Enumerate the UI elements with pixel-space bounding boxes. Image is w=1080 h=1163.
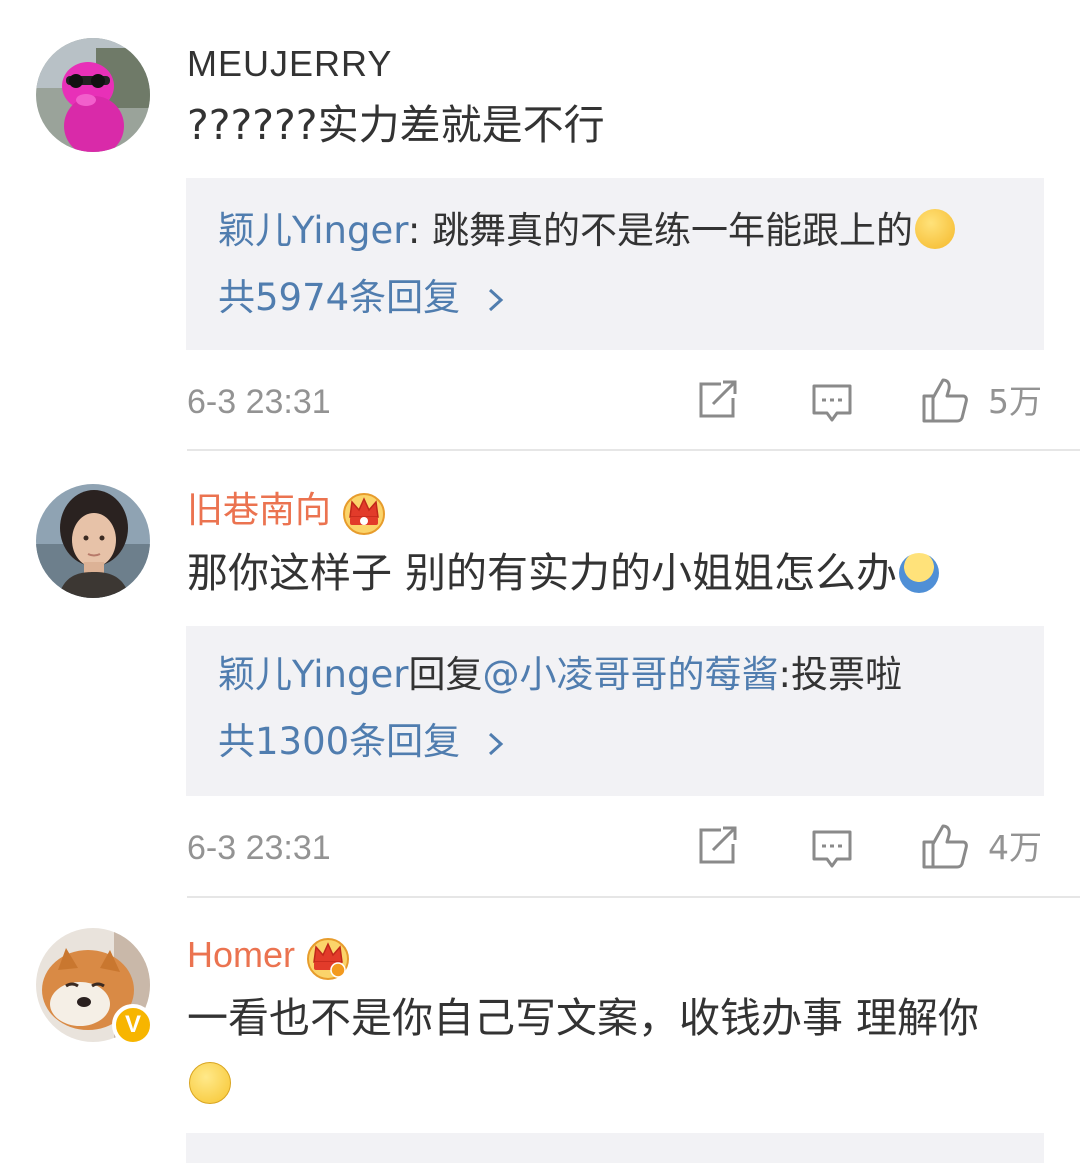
comment-text: ??????实力差就是不行	[187, 101, 605, 149]
reply-word: 回复	[408, 653, 483, 696]
comment-text-content: 一看也不是你自己写文案，收钱办事 理解你	[187, 994, 980, 1042]
username-text: 旧巷南向	[187, 489, 332, 530]
username[interactable]: 旧巷南向	[187, 488, 387, 536]
verified-badge-icon: V	[112, 1004, 154, 1046]
comment-text-content: 那你这样子 别的有实力的小姐姐怎么办	[187, 549, 898, 597]
like-thumb-icon[interactable]	[921, 376, 969, 424]
reply-text: 投票啦	[790, 653, 902, 696]
reply-count: 共1300条回复	[218, 720, 461, 763]
comment-item: V Homer 一看也不是你自己写文案，收钱办事 理解你	[0, 899, 1080, 1163]
divider	[187, 896, 1080, 898]
comment-item: 旧巷南向 那你这样子 别的有实力的小姐姐怎么办 颖儿Yinger回复@小凌哥哥的…	[0, 452, 1080, 899]
reply-preview[interactable]: 颖儿Yinger回复@小凌哥哥的莓酱:投票啦 共1300条回复	[186, 626, 1044, 796]
divider	[187, 449, 1080, 451]
reply-separator: :	[778, 653, 791, 696]
reply-text: 跳舞真的不是练一年能跟上的	[432, 209, 914, 252]
view-replies-link[interactable]: 共1300条回复	[218, 719, 508, 765]
avatar[interactable]: V	[36, 928, 154, 1046]
reply-preview-line: 颖儿Yinger: 跳舞真的不是练一年能跟上的	[218, 208, 956, 254]
crown-badge-icon	[343, 493, 386, 536]
reply-preview-line: 颖儿Yinger回复@小凌哥哥的莓酱:投票啦	[218, 652, 902, 698]
like-count[interactable]: 4万	[988, 828, 1042, 868]
reply-author-link[interactable]: 颖儿Yinger	[218, 653, 408, 696]
reply-separator: :	[407, 209, 433, 252]
timestamp: 6-3 23:31	[187, 383, 331, 421]
comment-icon[interactable]	[811, 382, 853, 424]
avatar[interactable]	[36, 484, 150, 598]
like-count[interactable]: 5万	[988, 382, 1042, 422]
comment-item: MEUJERRY ??????实力差就是不行 颖儿Yinger: 跳舞真的不是练…	[0, 0, 1080, 452]
username-text: Homer	[187, 934, 296, 975]
comment-text: 那你这样子 别的有实力的小姐姐怎么办	[187, 540, 1037, 606]
timestamp: 6-3 23:31	[187, 829, 331, 867]
crown-badge-icon	[307, 938, 350, 981]
username[interactable]: MEUJERRY	[187, 42, 392, 86]
reply-preview[interactable]	[186, 1133, 1044, 1163]
thinking-face-emoji-icon	[915, 209, 956, 249]
reply-preview[interactable]: 颖儿Yinger: 跳舞真的不是练一年能跟上的 共5974条回复	[186, 178, 1044, 350]
comment-text: 一看也不是你自己写文案，收钱办事 理解你	[187, 985, 1017, 1117]
reply-author-link[interactable]: 颖儿Yinger	[218, 209, 408, 252]
shrug-emoji-icon	[899, 553, 940, 593]
reply-count: 共5974条回复	[218, 276, 461, 319]
view-replies-link[interactable]: 共5974条回复	[218, 275, 508, 321]
like-thumb-icon[interactable]	[921, 822, 969, 870]
chevron-right-icon	[489, 732, 504, 755]
avatar[interactable]	[36, 38, 150, 152]
repost-icon[interactable]	[697, 826, 739, 866]
repost-icon[interactable]	[697, 380, 739, 420]
smile-emoji-icon	[189, 1062, 231, 1104]
mention-link[interactable]: @小凌哥哥的莓酱	[482, 653, 778, 696]
chevron-right-icon	[489, 288, 504, 311]
username[interactable]: Homer	[187, 933, 351, 981]
comment-icon[interactable]	[811, 828, 853, 870]
